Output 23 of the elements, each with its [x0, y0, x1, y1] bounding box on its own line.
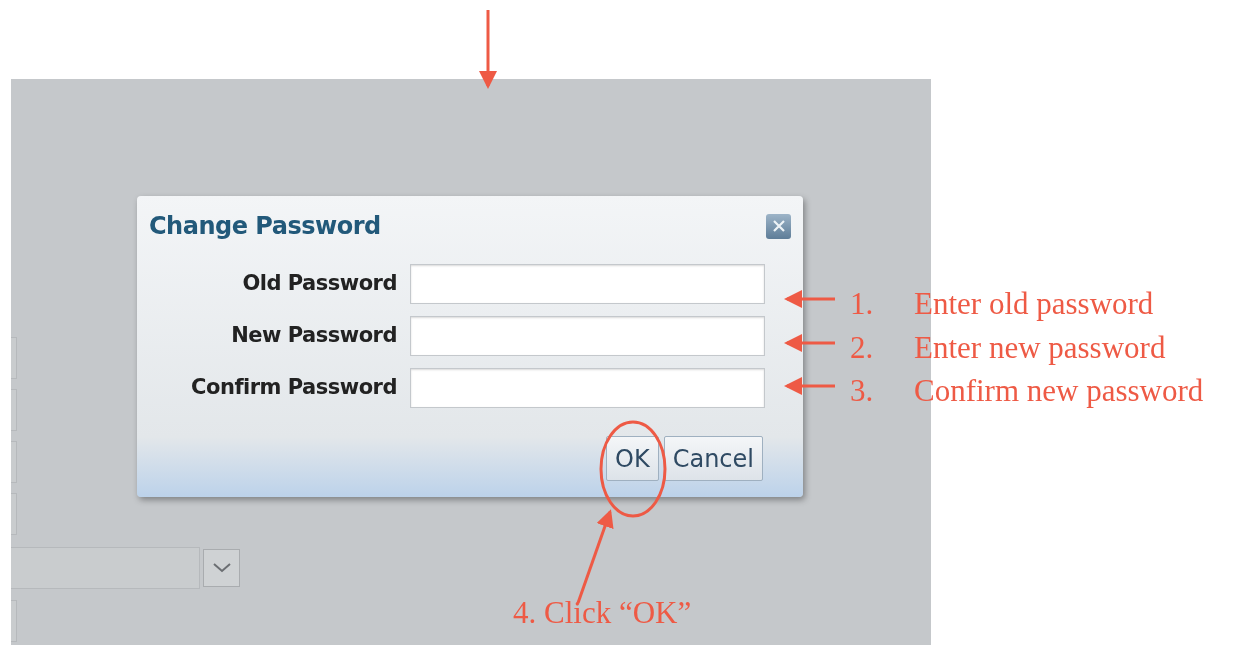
arrow [784, 290, 835, 308]
close-icon [771, 219, 786, 233]
password-field[interactable] [410, 316, 765, 356]
step-instruction: Enter old password [914, 288, 1154, 319]
step-instruction: 4. Click “OK” [513, 597, 692, 628]
arrow [784, 334, 835, 352]
chevron-down-icon [212, 563, 231, 573]
step-number: 2. [850, 332, 875, 363]
password-field[interactable] [410, 264, 765, 304]
step-number: 1. [850, 288, 875, 319]
dialog-title: Change Password [149, 211, 381, 242]
field-label: Confirm Password [190, 374, 398, 402]
cancel-button[interactable]: Cancel [663, 436, 763, 481]
step-number: 3. [850, 375, 875, 406]
arrow [784, 377, 835, 395]
ok-button[interactable]: OK [606, 436, 659, 481]
close-button[interactable] [766, 213, 791, 239]
dropdown-button[interactable] [203, 549, 240, 587]
password-field[interactable] [410, 368, 765, 408]
step-instruction: Enter new password [914, 332, 1166, 363]
field-label: Old Password [241, 270, 398, 298]
step-instruction: Confirm new password [914, 375, 1204, 406]
field-label: New Password [230, 322, 398, 350]
